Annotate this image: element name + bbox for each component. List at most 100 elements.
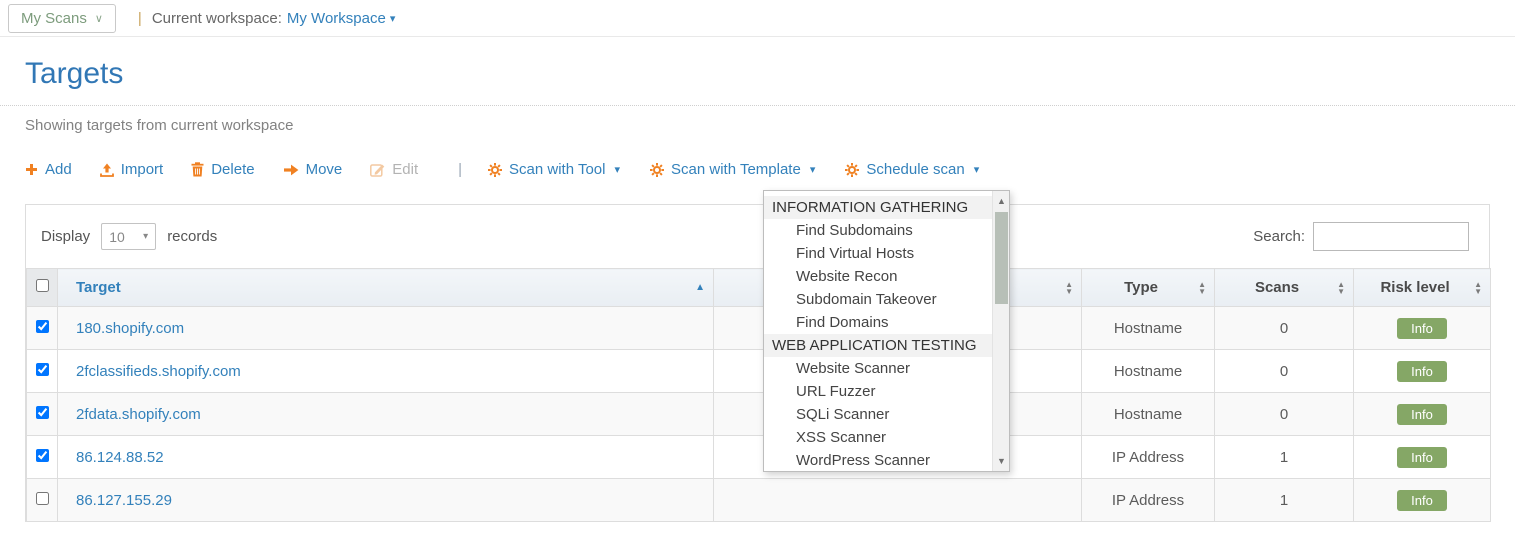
caret-down-icon: ▾ <box>810 163 816 176</box>
edit-label: Edit <box>392 161 418 178</box>
risk-badge[interactable]: Info <box>1397 361 1447 382</box>
risk-badge[interactable]: Info <box>1397 490 1447 511</box>
scans-header-label: Scans <box>1255 279 1299 296</box>
type-column-header[interactable]: Type ▲▼ <box>1082 269 1215 307</box>
scans-cell: 1 <box>1215 436 1354 479</box>
scroll-up-arrow-icon[interactable]: ▲ <box>993 193 1010 209</box>
menu-item-wordpress-scanner[interactable]: WordPress Scanner <box>764 449 992 471</box>
upload-icon <box>100 163 114 177</box>
row-checkbox[interactable] <box>36 363 49 376</box>
scans-column-header[interactable]: Scans ▲▼ <box>1215 269 1354 307</box>
risk-badge[interactable]: Info <box>1397 404 1447 425</box>
plus-icon <box>25 163 38 176</box>
caret-down-icon: ▾ <box>390 12 396 25</box>
caret-down-icon: ▾ <box>143 231 148 242</box>
move-label: Move <box>306 161 343 178</box>
actions-toolbar: Add Import Delete Move Edit | Scan with … <box>25 161 1515 178</box>
description-cell <box>714 479 1082 522</box>
title-section: Targets <box>0 37 1515 106</box>
type-header-label: Type <box>1124 279 1158 296</box>
table-row: 180.shopify.com Hostname 0 Info <box>27 307 1491 350</box>
target-link[interactable]: 2fclassifieds.shopify.com <box>76 363 241 380</box>
menu-scrollbar[interactable]: ▲ ▼ <box>992 191 1009 471</box>
schedule-scan-menu: INFORMATION GATHERING Find Subdomains Fi… <box>763 190 1010 472</box>
scan-with-template-dropdown[interactable]: Scan with Template ▾ <box>650 161 815 178</box>
caret-down-icon: ▾ <box>974 163 980 176</box>
records-per-page-value: 10 <box>109 229 125 245</box>
menu-item-url-fuzzer[interactable]: URL Fuzzer <box>764 380 992 403</box>
menu-item-find-domains[interactable]: Find Domains <box>764 311 992 334</box>
page-title: Targets <box>25 57 1515 91</box>
scroll-down-arrow-icon[interactable]: ▼ <box>993 453 1010 469</box>
target-header-label: Target <box>76 279 121 296</box>
display-label: Display <box>41 228 90 245</box>
edit-button[interactable]: Edit <box>370 161 418 178</box>
import-label: Import <box>121 161 164 178</box>
table-row: 2fclassifieds.shopify.com Hostname 0 Inf… <box>27 350 1491 393</box>
toolbar-divider: | <box>458 161 462 178</box>
row-checkbox[interactable] <box>36 449 49 462</box>
scans-cell: 1 <box>1215 479 1354 522</box>
sort-ascending-icon: ▲ <box>695 282 705 293</box>
import-button[interactable]: Import <box>100 161 164 178</box>
table-row: 86.124.88.52 IP Address 1 Info <box>27 436 1491 479</box>
target-link[interactable]: 180.shopify.com <box>76 320 184 337</box>
schedule-scan-dropdown[interactable]: Schedule scan ▾ <box>845 161 979 178</box>
sort-icon: ▲▼ <box>1065 281 1073 295</box>
row-checkbox[interactable] <box>36 406 49 419</box>
add-button[interactable]: Add <box>25 161 72 178</box>
type-cell: Hostname <box>1082 393 1215 436</box>
type-cell: Hostname <box>1082 307 1215 350</box>
menu-section-web-application-testing: WEB APPLICATION TESTING <box>764 334 992 357</box>
targets-table-panel: Display 10 ▾ records Search: Tar <box>25 204 1490 522</box>
table-row: 2fdata.shopify.com Hostname 0 Info <box>27 393 1491 436</box>
type-cell: IP Address <box>1082 436 1215 479</box>
topbar-separator: | <box>138 10 142 27</box>
records-label: records <box>167 228 217 245</box>
menu-item-website-recon[interactable]: Website Recon <box>764 265 992 288</box>
menu-item-find-subdomains[interactable]: Find Subdomains <box>764 219 992 242</box>
scans-cell: 0 <box>1215 350 1354 393</box>
row-checkbox[interactable] <box>36 320 49 333</box>
target-link[interactable]: 2fdata.shopify.com <box>76 406 201 423</box>
target-column-header[interactable]: Target ▲ <box>58 269 714 307</box>
delete-label: Delete <box>211 161 254 178</box>
sort-icon: ▲▼ <box>1198 281 1206 295</box>
workspace-label: Current workspace: <box>152 10 282 27</box>
type-cell: IP Address <box>1082 479 1215 522</box>
menu-item-website-scanner[interactable]: Website Scanner <box>764 357 992 380</box>
targets-table: Target ▲ ▲▼ Type ▲▼ <box>26 268 1491 522</box>
my-scans-label: My Scans <box>21 10 87 27</box>
select-all-checkbox[interactable] <box>36 279 49 292</box>
search-input[interactable] <box>1313 222 1469 251</box>
scan-with-tool-label: Scan with Tool <box>509 161 605 178</box>
target-link[interactable]: 86.124.88.52 <box>76 449 164 466</box>
target-link[interactable]: 86.127.155.29 <box>76 492 172 509</box>
delete-button[interactable]: Delete <box>191 161 254 178</box>
menu-item-find-virtual-hosts[interactable]: Find Virtual Hosts <box>764 242 992 265</box>
move-button[interactable]: Move <box>283 161 343 178</box>
menu-section-information-gathering: INFORMATION GATHERING <box>764 196 992 219</box>
menu-item-sqli-scanner[interactable]: SQLi Scanner <box>764 403 992 426</box>
menu-item-subdomain-takeover[interactable]: Subdomain Takeover <box>764 288 992 311</box>
pencil-icon <box>370 162 385 177</box>
records-per-page-select[interactable]: 10 ▾ <box>101 223 156 250</box>
schedule-scan-label: Schedule scan <box>866 161 964 178</box>
scan-with-tool-dropdown[interactable]: Scan with Tool ▾ <box>488 161 620 178</box>
menu-item-xss-scanner[interactable]: XSS Scanner <box>764 426 992 449</box>
table-row: 86.127.155.29 IP Address 1 Info <box>27 479 1491 522</box>
workspace-name-link[interactable]: My Workspace <box>287 10 386 27</box>
scans-cell: 0 <box>1215 393 1354 436</box>
caret-down-icon: ▾ <box>614 163 620 176</box>
my-scans-dropdown-button[interactable]: My Scans ∨ <box>8 4 116 33</box>
risk-badge[interactable]: Info <box>1397 318 1447 339</box>
chevron-down-icon: ∨ <box>95 12 103 25</box>
table-controls: Display 10 ▾ records Search: <box>26 205 1489 268</box>
scrollbar-thumb[interactable] <box>995 212 1008 304</box>
type-cell: Hostname <box>1082 350 1215 393</box>
gear-icon <box>488 163 502 177</box>
risk-level-column-header[interactable]: Risk level ▲▼ <box>1354 269 1491 307</box>
table-header-row: Target ▲ ▲▼ Type ▲▼ <box>27 269 1491 307</box>
risk-badge[interactable]: Info <box>1397 447 1447 468</box>
row-checkbox[interactable] <box>36 492 49 505</box>
